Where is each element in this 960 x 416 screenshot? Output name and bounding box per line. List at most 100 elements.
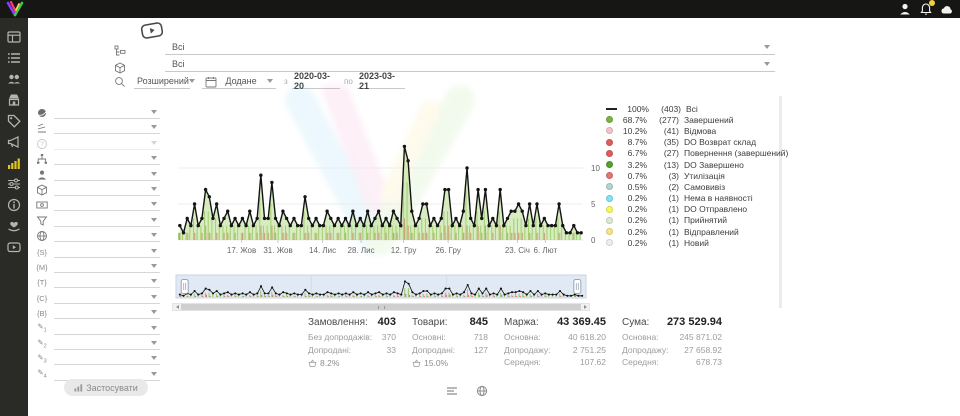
sidebar-item-marketing[interactable]: [7, 135, 21, 149]
sidebar-item-settings[interactable]: [7, 177, 21, 191]
filter-select-package[interactable]: [54, 183, 160, 196]
legend-item[interactable]: 0.2%(1)Новий: [606, 237, 788, 248]
filter-select-braces-C[interactable]: [54, 291, 160, 304]
apply-filters-button[interactable]: Застосувати: [64, 379, 148, 396]
filter-row-pencil-2: ✎2: [30, 335, 160, 350]
search-mode-select[interactable]: Розширений: [134, 74, 190, 89]
legend-text: (1): [651, 227, 679, 237]
globe-icon: [36, 229, 48, 241]
chevron-down-icon: [151, 264, 157, 268]
legend-text: (403): [653, 104, 681, 114]
legend-item[interactable]: 6.7%(27)Повернення (завершений): [606, 148, 788, 159]
legend-item[interactable]: 0.2%(1)Нема в наявності: [606, 193, 788, 204]
legend-text: 0.2%: [617, 215, 647, 225]
sidebar-item-analytics[interactable]: [7, 156, 21, 170]
legend-item[interactable]: 8.7%(35)DO Возврат склад: [606, 137, 788, 148]
legend-item[interactable]: 10.2%(41)Відмова: [606, 125, 788, 136]
chevron-down-icon: [764, 45, 770, 49]
chevron-down-icon: [189, 79, 195, 83]
legend-item[interactable]: 3.2%(13)DO Завершено: [606, 159, 788, 170]
filter-select-help[interactable]: [54, 137, 160, 150]
chart-scrollbar[interactable]: [172, 303, 590, 311]
filter-row-layers: [30, 119, 160, 134]
legend-marker: [606, 150, 613, 157]
filter-select-pencil-1[interactable]: [54, 322, 160, 335]
chart-navigator[interactable]: [174, 272, 588, 302]
filter-select-pencil-3[interactable]: [54, 352, 160, 365]
person-icon: [36, 168, 48, 180]
svg-text:6. Лют: 6. Лют: [534, 246, 558, 255]
filter-select-layers[interactable]: [54, 121, 160, 134]
upsell-percent: 8.2%: [320, 358, 339, 368]
summary-stats: Замовлення:403Без допродажів:370Допродан…: [308, 316, 722, 369]
cloud-icon[interactable]: [940, 2, 954, 16]
stat-sub-value: Середня:: [622, 356, 659, 369]
legend-item[interactable]: 0.7%(3)Утилізація: [606, 170, 788, 181]
basket-icon: [412, 359, 421, 368]
app-logo[interactable]: [5, 1, 25, 17]
scroll-right-arrow[interactable]: [581, 304, 589, 310]
stat-sub-value: Допродані:: [308, 344, 351, 357]
svg-text:12. Гру: 12. Гру: [391, 246, 417, 255]
legend-text: 0.2%: [617, 204, 647, 214]
sidebar-item-partners[interactable]: [7, 219, 21, 233]
filter-select-braces-S[interactable]: [54, 245, 160, 258]
filter-select-pencil-2[interactable]: [54, 337, 160, 350]
sidebar-item-price-tags[interactable]: [7, 114, 21, 128]
user-icon[interactable]: [898, 2, 912, 16]
notifications-bell-icon[interactable]: [919, 2, 933, 16]
filter-row-funnel: [30, 212, 160, 227]
legend-marker: [606, 139, 613, 146]
scroll-left-arrow[interactable]: [173, 304, 181, 310]
legend-item[interactable]: 0.2%(1)Відправлений: [606, 226, 788, 237]
scrollbar-thumb[interactable]: [181, 304, 581, 310]
filter-select-funnel[interactable]: [54, 214, 160, 227]
legend-item[interactable]: 0.2%(1)Прийнятий: [606, 215, 788, 226]
sidebar-item-dashboard[interactable]: [7, 30, 21, 44]
legend-item[interactable]: 68.7%(277)Завершений: [606, 114, 788, 125]
navigator-handle[interactable]: [181, 280, 188, 294]
sidebar-item-store[interactable]: [7, 93, 21, 107]
planet-icon: [36, 106, 48, 118]
filter-select-globe[interactable]: [54, 229, 160, 242]
globe-icon[interactable]: [476, 384, 488, 402]
chart-footer: [446, 384, 488, 402]
svg-text:17. Жов: 17. Жов: [227, 246, 256, 255]
legend-text: Повернення (завершений): [684, 148, 788, 158]
orders-chart: 051017. Жов31. Жов14. Лис28. Лис12. Гру2…: [170, 90, 600, 260]
legend-text: (27): [651, 148, 679, 158]
legend-text: (41): [651, 126, 679, 136]
filter-select-money[interactable]: [54, 198, 160, 211]
sidebar-item-video-tutorials[interactable]: [7, 240, 21, 254]
svg-text:23. Січ: 23. Січ: [505, 246, 530, 255]
stat-column: Сума:273 529.94Основна:245 871.02Допрода…: [622, 316, 722, 369]
sidebar-item-orders-list[interactable]: [7, 51, 21, 65]
filter-select-sitemap[interactable]: [54, 152, 160, 165]
sidebar-item-users[interactable]: [7, 72, 21, 86]
filter-select-braces-T[interactable]: [54, 275, 160, 288]
navigator-handle[interactable]: [574, 280, 581, 294]
list-icon[interactable]: [446, 384, 458, 402]
legend-text: (1): [651, 215, 679, 225]
legend-item[interactable]: 0.5%(2)Самовивіз: [606, 181, 788, 192]
product-select[interactable]: Всі: [165, 57, 775, 72]
sidebar-item-info[interactable]: [7, 198, 21, 212]
legend-text: (277): [651, 115, 679, 125]
filter-select-braces-B[interactable]: [54, 306, 160, 319]
legend-text: (13): [651, 160, 679, 170]
basket-icon: [308, 359, 317, 368]
chevron-down-icon: [151, 141, 157, 145]
filter-row-money: [30, 196, 160, 211]
legend-item[interactable]: 0.2%(1)DO Отправлено: [606, 204, 788, 215]
funnel-icon: [36, 214, 48, 226]
legend-text: Відправлений: [684, 227, 739, 237]
filter-select-planet[interactable]: [54, 106, 160, 119]
legend-item[interactable]: 100%(403)Всі: [606, 103, 788, 114]
legend-text: Всі: [686, 104, 698, 114]
filter-select-person[interactable]: [54, 168, 160, 181]
video-guide-icon[interactable]: [140, 21, 164, 40]
filter-select-braces-M[interactable]: [54, 260, 160, 273]
stat-column: Товари:845Основні:718Допродані:12715.0%: [412, 316, 488, 369]
category-select[interactable]: Всі: [165, 40, 775, 55]
legend-marker: [606, 239, 613, 246]
